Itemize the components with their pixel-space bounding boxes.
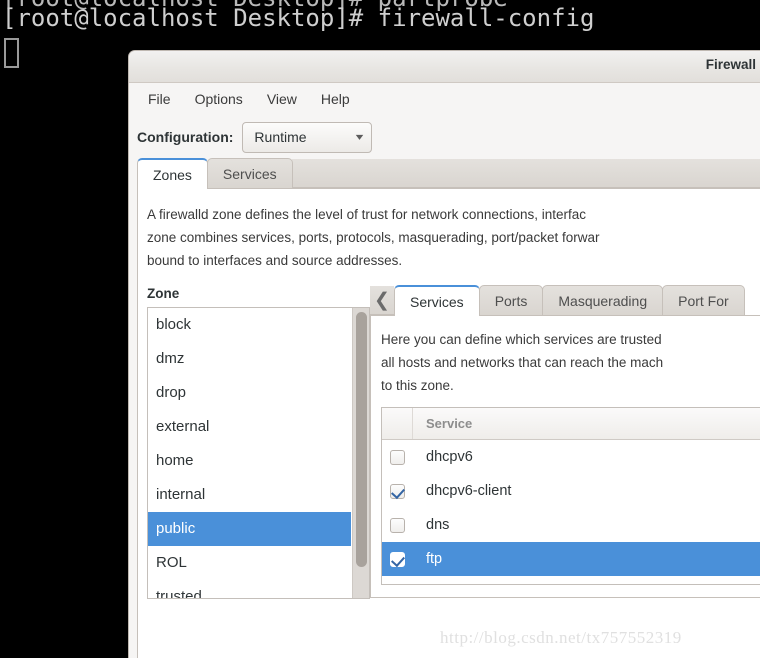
- table-row[interactable]: dns: [382, 508, 760, 542]
- services-description-line-1: Here you can define which services are t…: [381, 332, 662, 347]
- zone-description-line-2: zone combines services, ports, protocols…: [147, 230, 600, 245]
- tab-detail-port-forwarding[interactable]: Port For: [662, 285, 745, 315]
- main-tabstrip: Zones Services: [137, 158, 760, 189]
- menu-item-view[interactable]: View: [267, 91, 297, 107]
- menu-item-help[interactable]: Help: [321, 91, 350, 107]
- zone-content-panes: Zone block dmz drop external home intern…: [147, 285, 760, 599]
- configuration-row: Configuration: Runtime ▾: [129, 115, 760, 159]
- zone-list-item[interactable]: dmz: [148, 342, 351, 376]
- tab-detail-services-label: Services: [410, 293, 464, 310]
- checkbox-checked-icon[interactable]: [390, 483, 405, 499]
- chevron-left-icon[interactable]: ❮: [370, 286, 394, 315]
- zones-tab-page: A firewalld zone defines the level of tr…: [137, 189, 760, 658]
- service-table-frame: Service dhcpv6 dhcpv6-client dns ftp: [381, 407, 760, 585]
- tab-detail-port-forwarding-label: Port For: [678, 292, 729, 309]
- firewall-config-window: Firewall Configuratio File Options View …: [128, 50, 760, 658]
- zone-list-item[interactable]: external: [148, 410, 351, 444]
- menubar: File Options View Help: [129, 83, 760, 115]
- tab-detail-masquerading-label: Masquerading: [558, 292, 648, 309]
- zone-list-item[interactable]: trusted: [148, 580, 351, 598]
- table-row[interactable]: dhcpv6-client: [382, 474, 760, 508]
- zone-list-item[interactable]: internal: [148, 478, 351, 512]
- service-table-header: Service: [382, 408, 760, 440]
- zone-list[interactable]: block dmz drop external home internal pu…: [148, 308, 351, 598]
- service-name: dns: [426, 517, 450, 533]
- menu-item-options[interactable]: Options: [195, 91, 243, 107]
- tab-detail-ports[interactable]: Ports: [478, 285, 544, 315]
- checkbox-checked-icon[interactable]: [390, 551, 405, 567]
- checkbox-unchecked-icon[interactable]: [390, 449, 405, 465]
- tab-services[interactable]: Services: [206, 158, 293, 188]
- main-notebook: Zones Services A firewalld zone defines …: [137, 158, 760, 658]
- service-table-header-service: Service: [426, 416, 473, 431]
- menu-item-file[interactable]: File: [148, 91, 171, 107]
- terminal-cursor: [4, 38, 19, 68]
- tab-services-label: Services: [222, 165, 277, 182]
- zone-list-frame: block dmz drop external home internal pu…: [147, 307, 370, 599]
- zone-detail-tabstrip: ❮ Services Ports Masquerading Port For: [370, 285, 760, 316]
- services-description-line-2: all hosts and networks that can reach th…: [381, 355, 664, 370]
- tab-zones[interactable]: Zones: [137, 158, 208, 189]
- zone-pane: Zone block dmz drop external home intern…: [147, 286, 370, 599]
- zone-detail-pane: ❮ Services Ports Masquerading Port For H…: [370, 285, 760, 599]
- configuration-selected-value: Runtime: [254, 129, 307, 145]
- service-name: dhcpv6-client: [426, 483, 512, 499]
- zone-list-item-selected[interactable]: public: [148, 512, 351, 546]
- window-title: Firewall Configuratio: [705, 57, 760, 72]
- zone-description-line-1: A firewalld zone defines the level of tr…: [147, 207, 586, 222]
- tab-detail-services[interactable]: Services: [394, 285, 480, 316]
- zone-description-line-3: bound to interfaces and source addresses…: [147, 253, 403, 268]
- checkbox-unchecked-icon[interactable]: [390, 517, 405, 533]
- table-row[interactable]: dhcpv6: [382, 440, 760, 474]
- services-description-line-3: to this zone.: [381, 378, 454, 393]
- configuration-label: Configuration:: [137, 129, 234, 145]
- zone-list-item[interactable]: drop: [148, 376, 351, 410]
- service-table-header-checkbox-column: [382, 408, 413, 439]
- tabstrip-filler: [291, 159, 760, 188]
- service-checkbox-cell[interactable]: [382, 483, 413, 499]
- service-checkbox-cell[interactable]: [382, 551, 413, 567]
- tab-zones-label: Zones: [153, 166, 192, 183]
- zone-list-scrollbar-thumb[interactable]: [356, 312, 367, 567]
- terminal-command-line: [root@localhost Desktop]# firewall-confi…: [2, 4, 595, 32]
- configuration-select[interactable]: Runtime ▾: [242, 121, 373, 153]
- zone-list-item[interactable]: ROL: [148, 546, 351, 580]
- zone-list-scrollbar[interactable]: [352, 308, 369, 598]
- service-checkbox-cell[interactable]: [382, 449, 413, 465]
- services-tab-page: Here you can define which services are t…: [370, 316, 760, 598]
- service-name: dhcpv6: [426, 449, 473, 465]
- zone-list-heading: Zone: [147, 286, 180, 301]
- terminal-left-margin: [0, 80, 128, 658]
- zone-list-item[interactable]: block: [148, 308, 351, 342]
- window-titlebar[interactable]: Firewall Configuratio: [129, 51, 760, 83]
- service-name: ftp: [426, 551, 443, 567]
- tab-detail-ports-label: Ports: [494, 292, 528, 309]
- zone-list-item[interactable]: home: [148, 444, 351, 478]
- table-row-selected[interactable]: ftp: [382, 542, 760, 576]
- chevron-down-icon: ▾: [356, 131, 364, 143]
- service-checkbox-cell[interactable]: [382, 517, 413, 533]
- tab-detail-masquerading[interactable]: Masquerading: [542, 285, 664, 315]
